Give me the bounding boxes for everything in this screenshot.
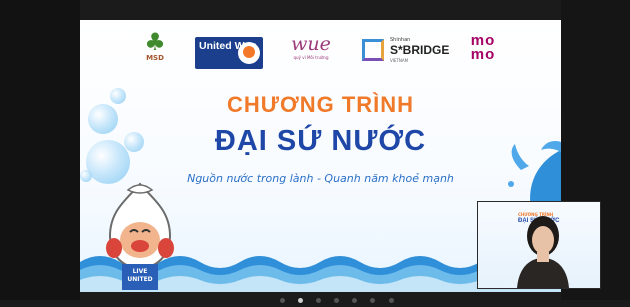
wue-logo-text: wue (291, 33, 331, 55)
momo-logo: mo mo (468, 32, 504, 63)
shinhan-country-text: VIETNAM (390, 58, 409, 63)
pager-dot[interactable] (316, 298, 322, 303)
wue-logo: wue quỹ vì Môi trường (282, 33, 340, 60)
left-black-bar (0, 0, 80, 300)
momo-logo-text: mo mo (470, 32, 496, 63)
wue-tagline: quỹ vì Môi trường (293, 55, 329, 60)
msd-logo: ♣ MSD (138, 30, 172, 62)
webcam-thumbnail[interactable]: CHƯƠNG TRÌNH ĐẠI SỨ NƯỚC (477, 201, 601, 289)
tree-icon: ♣ (144, 28, 166, 56)
united-way-hand-icon (238, 42, 260, 64)
pager-dot[interactable] (334, 298, 340, 303)
shinhan-sbridge-logo: Shinhan S*BRIDGE VIETNAM (362, 37, 452, 65)
mascot-shirt-label: LIVE UNITED (122, 264, 158, 290)
water-drop-mascot: LIVE UNITED (100, 180, 180, 292)
msd-logo-text: MSD (146, 54, 164, 62)
pager-dot[interactable] (352, 298, 358, 303)
pager-dot[interactable] (370, 298, 376, 303)
slide-pager (280, 288, 402, 307)
shinhan-square-icon (362, 39, 384, 61)
sbridge-text: S*BRIDGE (390, 43, 450, 57)
water-splash-icon (508, 140, 561, 210)
pager-dot[interactable] (280, 298, 285, 303)
pager-dot[interactable] (388, 298, 394, 303)
presenter-avatar (517, 216, 569, 288)
pager-dot-active[interactable] (298, 298, 304, 303)
united-way-logo: United Way (195, 37, 263, 69)
program-title: CHƯƠNG TRÌNH (226, 92, 415, 117)
